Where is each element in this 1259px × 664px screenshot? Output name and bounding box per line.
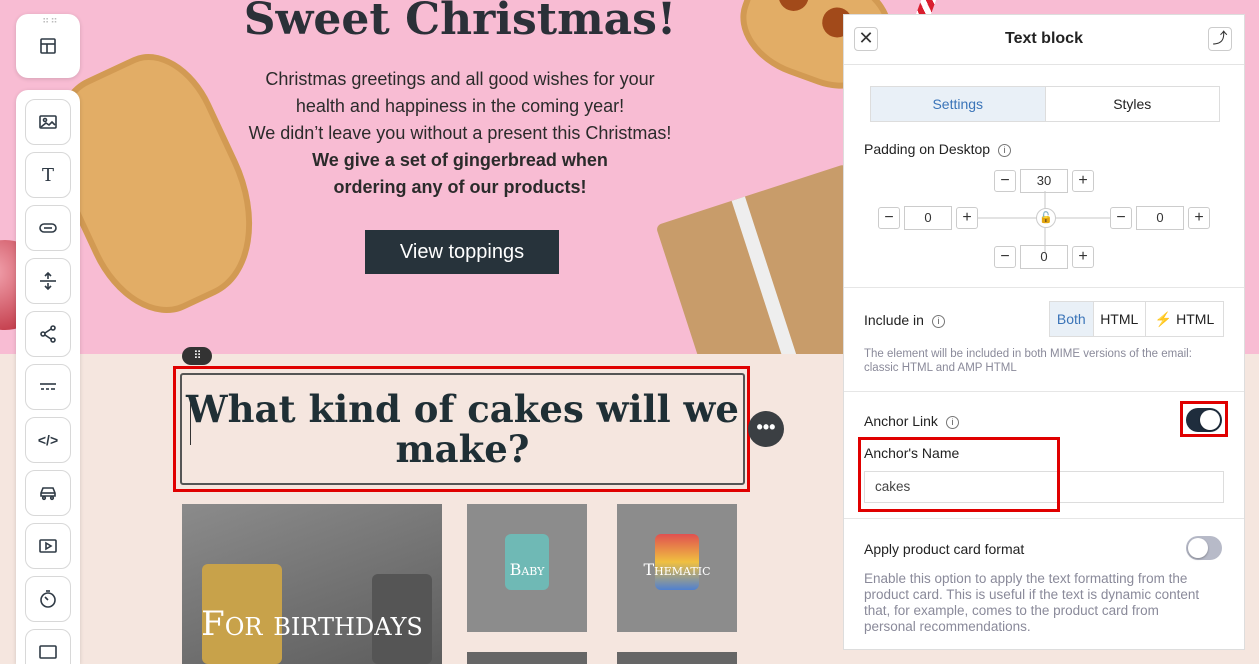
- blocks-toolbar: T </>: [16, 90, 80, 664]
- decrement-button[interactable]: −: [878, 207, 900, 229]
- include-in-label-text: Include in: [864, 312, 924, 328]
- panel-tabs: Settings Styles: [870, 86, 1220, 122]
- text-icon[interactable]: T: [25, 152, 71, 198]
- padding-left-value[interactable]: 0: [904, 206, 952, 230]
- section-heading[interactable]: What kind of cakes will we make?: [182, 389, 743, 469]
- hero-text-line: health and happiness in the coming year!: [295, 96, 625, 116]
- decrement-button[interactable]: −: [994, 170, 1016, 192]
- product-card-hint: Enable this option to apply the text for…: [864, 571, 1199, 635]
- tile-label: For birthdays: [201, 604, 423, 644]
- cake-tile[interactable]: [467, 652, 587, 664]
- tile-label: Thematic: [643, 560, 711, 579]
- toggle-knob: [1200, 410, 1220, 430]
- hint-line: product card. This is useful if the text…: [864, 587, 1200, 602]
- include-html-option[interactable]: HTML: [1094, 302, 1146, 336]
- anchor-link-label: Anchor Link i: [864, 413, 959, 429]
- padding-right-value[interactable]: 0: [1136, 206, 1184, 230]
- padding-top-value[interactable]: 30: [1020, 169, 1068, 193]
- divider: [844, 287, 1244, 288]
- more-options-button[interactable]: •••: [748, 411, 784, 447]
- hint-line: that, for example, comes to the product …: [864, 603, 1159, 618]
- info-icon[interactable]: i: [998, 144, 1012, 157]
- panel-header: ✕ Text block ⤴: [844, 15, 1244, 65]
- menu-icon[interactable]: [25, 364, 71, 410]
- hero-title[interactable]: Sweet Christmas!: [180, 0, 740, 45]
- padding-bottom-stepper: − 0 +: [994, 245, 1094, 269]
- tab-styles[interactable]: Styles: [1046, 87, 1220, 121]
- hero-text-line: We didn’t leave you without a present th…: [248, 123, 672, 143]
- anchor-link-toggle[interactable]: [1186, 408, 1222, 432]
- panel-title: Text block: [1005, 30, 1083, 47]
- expand-panel-icon[interactable]: ⤴: [1208, 27, 1232, 51]
- cake-tile-birthdays[interactable]: For birthdays: [182, 504, 442, 664]
- padding-label-text: Padding on Desktop: [864, 141, 991, 157]
- hero-text-bold-line: ordering any of our products!: [333, 177, 587, 197]
- social-icon[interactable]: [25, 311, 71, 357]
- hint-line: Enable this option to apply the text for…: [864, 571, 1188, 586]
- jam-dot: [774, 0, 813, 16]
- include-both-option[interactable]: Both: [1050, 302, 1094, 336]
- cake-tile-thematic[interactable]: Thematic: [617, 504, 737, 632]
- anchor-link-label-text: Anchor Link: [864, 413, 938, 429]
- increment-button[interactable]: +: [1072, 246, 1094, 268]
- hero-text-line: Christmas greetings and all good wishes …: [265, 69, 655, 89]
- info-icon[interactable]: i: [931, 315, 945, 328]
- spacer-icon[interactable]: [25, 258, 71, 304]
- amp-lightning-icon: ⚡: [1154, 310, 1173, 327]
- anchor-name-input[interactable]: cakes: [864, 471, 1224, 503]
- decrement-button[interactable]: −: [1110, 207, 1132, 229]
- padding-bottom-value[interactable]: 0: [1020, 245, 1068, 269]
- view-toppings-button[interactable]: View toppings: [365, 230, 559, 274]
- layout-icon[interactable]: [25, 23, 71, 69]
- include-amp-option[interactable]: ⚡ HTML: [1146, 302, 1223, 336]
- product-card-label: Apply product card format: [864, 541, 1025, 557]
- timer-icon[interactable]: [25, 576, 71, 622]
- video-icon[interactable]: [25, 523, 71, 569]
- decrement-button[interactable]: −: [994, 246, 1016, 268]
- tile-label: Baby: [509, 560, 545, 579]
- hint-line: personal recommendations.: [864, 619, 1031, 634]
- drag-handle-icon[interactable]: ⠿: [182, 347, 212, 365]
- hero-text-bold-line: We give a set of gingerbread when: [312, 150, 608, 170]
- anchor-name-label: Anchor's Name: [864, 445, 960, 461]
- html-icon[interactable]: </>: [25, 417, 71, 463]
- car-icon[interactable]: [25, 470, 71, 516]
- increment-button[interactable]: +: [956, 207, 978, 229]
- text-block-settings-panel: ✕ Text block ⤴ Settings Styles Padding o…: [843, 14, 1245, 650]
- increment-button[interactable]: +: [1188, 207, 1210, 229]
- more-block-icon[interactable]: [25, 629, 71, 664]
- product-card-toggle[interactable]: [1186, 536, 1222, 560]
- image-icon[interactable]: [25, 99, 71, 145]
- info-icon[interactable]: i: [945, 416, 959, 429]
- padding-left-stepper: − 0 +: [878, 206, 978, 230]
- padding-label: Padding on Desktop i: [864, 141, 1012, 157]
- include-in-hint: The element will be included in both MIM…: [864, 347, 1192, 375]
- text-cursor: [190, 403, 191, 445]
- include-amp-label: HTML: [1176, 311, 1215, 327]
- padding-right-stepper: − 0 +: [1110, 206, 1210, 230]
- increment-button[interactable]: +: [1072, 170, 1094, 192]
- tab-settings[interactable]: Settings: [871, 87, 1046, 121]
- hero-text-block[interactable]: Christmas greetings and all good wishes …: [210, 66, 710, 201]
- hint-line: The element will be included in both MIM…: [864, 348, 1192, 360]
- divider: [844, 391, 1244, 392]
- hint-line: classic HTML and AMP HTML: [864, 362, 1017, 374]
- padding-top-stepper: − 30 +: [994, 169, 1094, 193]
- include-in-segmented: Both HTML ⚡ HTML: [1049, 301, 1224, 337]
- cake-tile-baby[interactable]: Baby: [467, 504, 587, 632]
- cake-tile[interactable]: [617, 652, 737, 664]
- selected-text-block[interactable]: What kind of cakes will we make?: [180, 373, 745, 485]
- button-icon[interactable]: [25, 205, 71, 251]
- include-in-label: Include in i: [864, 312, 945, 328]
- divider: [844, 518, 1244, 519]
- toggle-knob: [1188, 538, 1208, 558]
- structure-toolbar: ⠿⠿: [16, 14, 80, 78]
- lock-icon[interactable]: 🔓: [1036, 208, 1056, 228]
